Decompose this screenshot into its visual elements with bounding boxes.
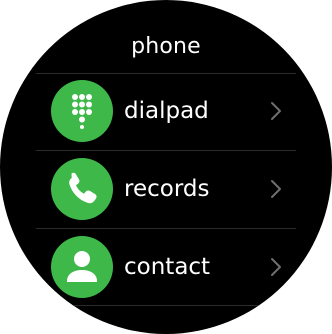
chevron-right-icon [266,97,286,125]
phone-handset-icon [51,158,113,220]
menu-item-records[interactable]: records [0,151,332,227]
dialpad-icon [51,80,113,142]
menu-item-contact[interactable]: contact [0,229,332,305]
menu-item-label: records [124,176,210,202]
menu-item-label: dialpad [124,98,209,124]
menu-item-dialpad[interactable]: dialpad [0,73,332,149]
divider [36,305,296,306]
watch-screen: phone dialpad records contact [0,0,332,334]
chevron-right-icon [266,253,286,281]
chevron-right-icon [266,175,286,203]
person-icon [51,236,113,298]
menu-item-label: contact [124,254,211,280]
page-title: phone [131,34,201,59]
